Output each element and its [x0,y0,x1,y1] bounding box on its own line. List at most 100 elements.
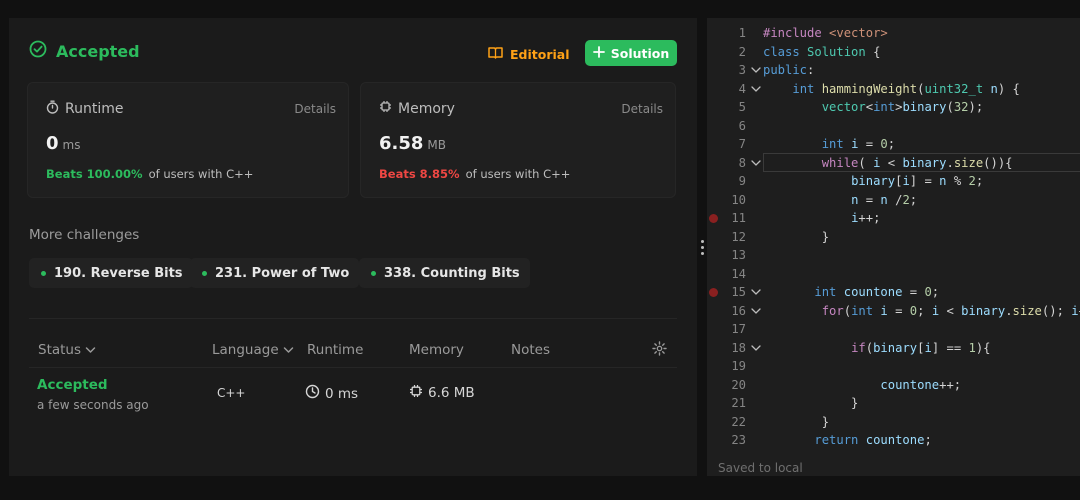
stopwatch-icon [46,100,59,118]
more-challenges-title: More challenges [29,227,140,243]
fold-chevron-icon[interactable] [751,61,763,82]
memory-beats-percent: Beats 8.85% [379,167,460,181]
code-line[interactable]: 2 class Solution { [707,43,1080,62]
code-text: int i = 0; [821,137,896,151]
code-line[interactable]: 3 public: [707,61,1080,80]
line-number: 13 [731,248,746,262]
column-header-status[interactable]: Status [38,342,96,358]
line-number: 6 [738,118,746,133]
code-line[interactable]: 5 vector<int>binary(32); [707,98,1080,117]
code-line[interactable]: 16 for(int i = 0; i < binary.size(); i++ [707,302,1080,321]
code-line[interactable]: 21 } [707,394,1080,413]
line-number: 2 [738,44,746,59]
submission-memory: 6.6 MB [409,384,475,402]
code-line[interactable]: 14 [707,265,1080,284]
code-line[interactable]: 13 [707,246,1080,265]
dot-icon [202,270,207,276]
submission-runtime-text: 0 ms [325,385,359,402]
memory-title-text: Memory [398,100,455,117]
code-editor[interactable]: 1 #include <vector> 2 class Solution {3 publ… [707,18,1080,476]
memory-details-link[interactable]: Details [621,102,663,116]
code-line[interactable]: 19 [707,357,1080,376]
solution-button[interactable]: Solution [585,40,677,66]
code-text: n = n /2; [851,192,918,207]
line-number: 11 [731,211,746,225]
runtime-unit: ms [62,138,81,152]
line-number: 22 [731,414,746,429]
fold-chevron-icon[interactable] [751,283,763,304]
solution-label: Solution [610,45,670,61]
line-number: 1 [738,26,746,40]
code-line[interactable]: 8 while( i < binary.size()){ [707,154,1080,173]
line-number: 8 [738,155,746,170]
runtime-details-link[interactable]: Details [294,102,336,116]
code-line[interactable]: 22 } [707,413,1080,432]
chip-icon [409,384,423,402]
code-line[interactable]: 17 [707,320,1080,339]
code-line[interactable]: 12 } [707,228,1080,247]
code-line[interactable]: 1 #include <vector> [707,24,1080,43]
fold-chevron-icon[interactable] [751,80,763,101]
divider [29,318,677,319]
line-number: 20 [731,377,746,392]
line-number: 21 [731,396,746,410]
fold-chevron-icon[interactable] [751,302,763,323]
code-line[interactable]: 11 i++; [707,209,1080,228]
submission-status[interactable]: Accepted [37,377,108,393]
memory-value: 6.58 MB [379,133,446,154]
column-header-language[interactable]: Language [212,342,294,358]
clock-icon [305,384,320,403]
drag-handle-icon [700,239,704,255]
line-number: 7 [738,137,746,151]
fold-chevron-icon[interactable] [751,339,763,360]
runtime-card: Runtime Details 0 ms Beats 100.00% of user… [27,82,349,198]
editorial-button[interactable]: Editorial [488,41,570,67]
challenge-chip-label: 190. Reverse Bits [54,265,183,281]
submission-memory-text: 6.6 MB [428,385,475,401]
code-text: for(int i = 0; i < binary.size(); i++ [821,303,1080,318]
challenge-chip-label: 231. Power of Two [215,265,350,281]
code-line[interactable]: 23 return countone; [707,431,1080,450]
code-line[interactable]: 10 n = n /2; [707,191,1080,210]
code-line[interactable]: 4 int hammingWeight(uint32_t n) { [707,80,1080,99]
code-text: } [763,396,859,410]
code-line[interactable]: 20 countone++; [707,376,1080,395]
challenge-chip[interactable]: 190. Reverse Bits [29,258,193,288]
code-line[interactable]: 15 int countone = 0; [707,283,1080,302]
code-text: } [763,414,830,429]
code-text: while( i < binary.size()){ [821,155,1013,170]
line-number: 16 [731,303,746,318]
line-number: 23 [731,433,746,447]
runtime-title-text: Runtime [65,101,124,117]
dot-icon [371,270,376,276]
line-number: 10 [731,192,746,207]
gear-icon[interactable] [652,341,667,356]
challenge-chip-label: 338. Counting Bits [384,265,520,281]
challenge-chip[interactable]: 338. Counting Bits [359,258,530,288]
line-number: 17 [731,322,746,336]
column-header-runtime: Runtime [307,342,364,358]
chevron-down-icon [283,342,294,358]
fold-chevron-icon[interactable] [751,154,763,175]
panel-resize-handle[interactable] [697,18,707,476]
memory-card: Memory Details 6.58 MB Beats 8.85% of user… [360,82,676,198]
divider [29,367,677,368]
dot-icon [41,270,46,276]
code-line[interactable]: 9 binary[i] = n % 2; [707,172,1080,191]
challenge-chip[interactable]: 231. Power of Two [190,258,360,288]
chip-icon [379,100,392,117]
saved-status: Saved to local [718,461,803,475]
submission-result-panel: Accepted Editorial Solution Runtime Deta… [9,18,697,476]
code-text: #include <vector> [763,26,888,40]
code-line[interactable]: 18 if(binary[i] == 1){ [707,339,1080,358]
code-line[interactable]: 6 [707,117,1080,136]
memory-beats: Beats 8.85% of users with C++ [379,167,570,181]
line-number: 9 [738,174,746,188]
line-number: 15 [731,285,746,299]
code-text: i++; [851,211,881,225]
runtime-beats-percent: Beats 100.00% [46,167,143,181]
line-number: 12 [731,229,746,244]
accepted-label: Accepted [56,41,140,61]
code-line[interactable]: 7 int i = 0; [707,135,1080,154]
accepted-status: Accepted [29,40,140,62]
